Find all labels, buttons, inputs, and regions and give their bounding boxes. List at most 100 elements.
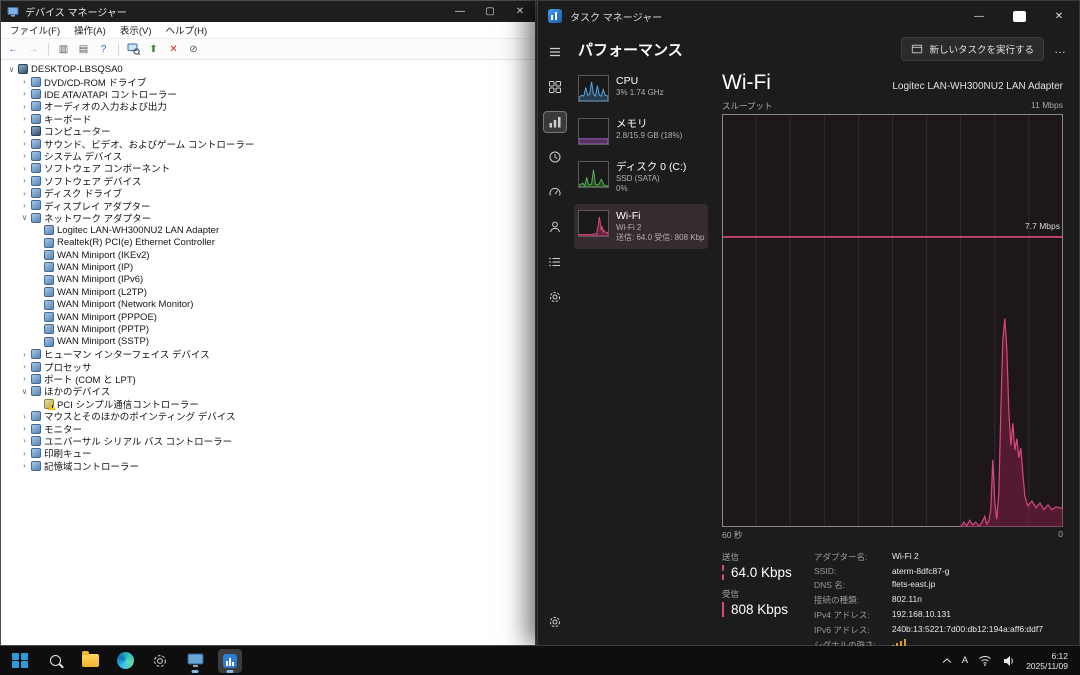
- device-manager-taskbar-button[interactable]: [183, 649, 207, 673]
- device-manager-titlebar[interactable]: デバイス マネージャー — ▢ ✕: [1, 1, 535, 22]
- menu-file[interactable]: ファイル(F): [3, 23, 67, 37]
- collapse-icon[interactable]: ∨: [19, 213, 30, 222]
- dm-maximize-button[interactable]: ▢: [475, 1, 505, 22]
- tree-item[interactable]: WAN Miniport (IPv6): [3, 274, 535, 286]
- edge-browser-button[interactable]: [113, 649, 137, 673]
- tm-minimize-button[interactable]: —: [959, 1, 999, 31]
- services-tab-icon[interactable]: [543, 286, 567, 308]
- task-manager-taskbar-button[interactable]: [218, 649, 242, 673]
- perf-item-memory[interactable]: メモリ2.8/15.9 GB (18%): [574, 112, 708, 151]
- tree-item[interactable]: ›ディスク ドライブ: [3, 187, 535, 199]
- tree-item[interactable]: ›印刷キュー: [3, 447, 535, 459]
- tree-item[interactable]: Logitec LAN-WH300NU2 LAN Adapter: [3, 224, 535, 236]
- tree-item[interactable]: ›キーボード: [3, 113, 535, 125]
- expand-icon[interactable]: ›: [19, 77, 30, 86]
- expand-icon[interactable]: ›: [19, 164, 30, 173]
- perf-item-disk[interactable]: ディスク 0 (C:)SSD (SATA)0%: [574, 155, 708, 200]
- tree-item[interactable]: ›コンピューター: [3, 125, 535, 137]
- task-manager-titlebar[interactable]: タスク マネージャー — ✕: [538, 1, 1079, 31]
- tree-item[interactable]: ›ポート (COM と LPT): [3, 373, 535, 385]
- ime-indicator[interactable]: A: [962, 655, 968, 666]
- menu-action[interactable]: 操作(A): [67, 23, 113, 37]
- settings-gear-icon[interactable]: [543, 611, 567, 633]
- expand-icon[interactable]: ›: [19, 362, 30, 371]
- tree-item[interactable]: WAN Miniport (Network Monitor): [3, 298, 535, 310]
- expand-icon[interactable]: ›: [19, 127, 30, 136]
- hamburger-menu-icon[interactable]: [543, 41, 567, 63]
- dm-minimize-button[interactable]: —: [445, 1, 475, 22]
- tree-item[interactable]: ›ヒューマン インターフェイス デバイス: [3, 348, 535, 360]
- processes-tab-icon[interactable]: [543, 76, 567, 98]
- performance-tab-icon[interactable]: [543, 111, 567, 133]
- run-new-task-button[interactable]: 新しいタスクを実行する: [901, 37, 1044, 61]
- expand-icon[interactable]: ›: [19, 424, 30, 433]
- update-driver-icon[interactable]: ⬆: [145, 41, 162, 58]
- tree-item[interactable]: WAN Miniport (IP): [3, 261, 535, 273]
- tree-item[interactable]: ›オーディオの入力および出力: [3, 100, 535, 112]
- tree-item[interactable]: ›モニター: [3, 422, 535, 434]
- expand-icon[interactable]: ›: [19, 139, 30, 148]
- expand-icon[interactable]: ›: [19, 449, 30, 458]
- startup-apps-tab-icon[interactable]: [543, 181, 567, 203]
- tree-item[interactable]: ›DVD/CD-ROM ドライブ: [3, 75, 535, 87]
- collapse-icon[interactable]: ∨: [6, 65, 17, 74]
- volume-tray-icon[interactable]: [1002, 655, 1016, 667]
- wifi-tray-icon[interactable]: [978, 655, 992, 666]
- tree-item[interactable]: Realtek(R) PCI(e) Ethernet Controller: [3, 236, 535, 248]
- users-tab-icon[interactable]: [543, 216, 567, 238]
- expand-icon[interactable]: ›: [19, 151, 30, 160]
- tree-item[interactable]: WAN Miniport (L2TP): [3, 286, 535, 298]
- perf-item-wifi[interactable]: Wi-FiWi-Fi 2送信: 64.0 受信: 808 Kbp: [574, 204, 708, 249]
- collapse-icon[interactable]: ∨: [19, 387, 30, 396]
- expand-icon[interactable]: ›: [19, 102, 30, 111]
- details-tab-icon[interactable]: [543, 251, 567, 273]
- menu-view[interactable]: 表示(V): [113, 23, 159, 37]
- tree-item[interactable]: ›ソフトウェア デバイス: [3, 175, 535, 187]
- back-icon[interactable]: ←: [5, 41, 22, 58]
- expand-icon[interactable]: ›: [19, 201, 30, 210]
- tree-item[interactable]: ›ソフトウェア コンポーネント: [3, 162, 535, 174]
- tree-item[interactable]: WAN Miniport (IKEv2): [3, 249, 535, 261]
- expand-icon[interactable]: ›: [19, 350, 30, 359]
- forward-icon[interactable]: →: [25, 41, 42, 58]
- tray-clock[interactable]: 6:12 2025/11/09: [1026, 651, 1068, 671]
- disable-device-icon[interactable]: ⊘: [185, 41, 202, 58]
- expand-icon[interactable]: ›: [19, 374, 30, 383]
- tree-item[interactable]: ∨DESKTOP-LBSQSA0: [3, 63, 535, 75]
- menu-help[interactable]: ヘルプ(H): [158, 23, 214, 37]
- start-button[interactable]: [8, 649, 32, 673]
- tree-item[interactable]: ›システム デバイス: [3, 150, 535, 162]
- search-button[interactable]: [43, 649, 67, 673]
- tree-item[interactable]: WAN Miniport (PPTP): [3, 323, 535, 335]
- help-icon[interactable]: ?: [95, 41, 112, 58]
- tree-item[interactable]: ›マウスとそのほかのポインティング デバイス: [3, 410, 535, 422]
- expand-icon[interactable]: ›: [19, 176, 30, 185]
- expand-icon[interactable]: ›: [19, 189, 30, 198]
- expand-icon[interactable]: ›: [19, 412, 30, 421]
- console-tree-icon[interactable]: ▥: [55, 41, 72, 58]
- dm-close-button[interactable]: ✕: [505, 1, 535, 22]
- tree-item[interactable]: ∨ネットワーク アダプター: [3, 212, 535, 224]
- tray-chevron-up-icon[interactable]: [942, 658, 952, 664]
- properties-icon[interactable]: ▤: [75, 41, 92, 58]
- expand-icon[interactable]: ›: [19, 461, 30, 470]
- tree-item[interactable]: PCI シンプル通信コントローラー: [3, 398, 535, 410]
- perf-item-cpu[interactable]: CPU3% 1.74 GHz: [574, 69, 708, 108]
- tree-item[interactable]: ›サウンド、ビデオ、およびゲーム コントローラー: [3, 137, 535, 149]
- tm-maximize-button[interactable]: [999, 1, 1039, 31]
- app-history-tab-icon[interactable]: [543, 146, 567, 168]
- expand-icon[interactable]: ›: [19, 114, 30, 123]
- tree-item[interactable]: ›ディスプレイ アダプター: [3, 199, 535, 211]
- tree-item[interactable]: ›ユニバーサル シリアル バス コントローラー: [3, 435, 535, 447]
- uninstall-device-icon[interactable]: ✕: [165, 41, 182, 58]
- file-explorer-button[interactable]: [78, 649, 102, 673]
- tree-item[interactable]: WAN Miniport (PPPOE): [3, 311, 535, 323]
- tm-close-button[interactable]: ✕: [1039, 1, 1079, 31]
- expand-icon[interactable]: ›: [19, 89, 30, 98]
- tree-item[interactable]: ›IDE ATA/ATAPI コントローラー: [3, 88, 535, 100]
- tree-item[interactable]: WAN Miniport (SSTP): [3, 336, 535, 348]
- scan-hardware-icon[interactable]: [125, 41, 142, 58]
- more-options-button[interactable]: …: [1054, 42, 1067, 56]
- settings-button[interactable]: [148, 649, 172, 673]
- tree-item[interactable]: ∨ほかのデバイス: [3, 385, 535, 397]
